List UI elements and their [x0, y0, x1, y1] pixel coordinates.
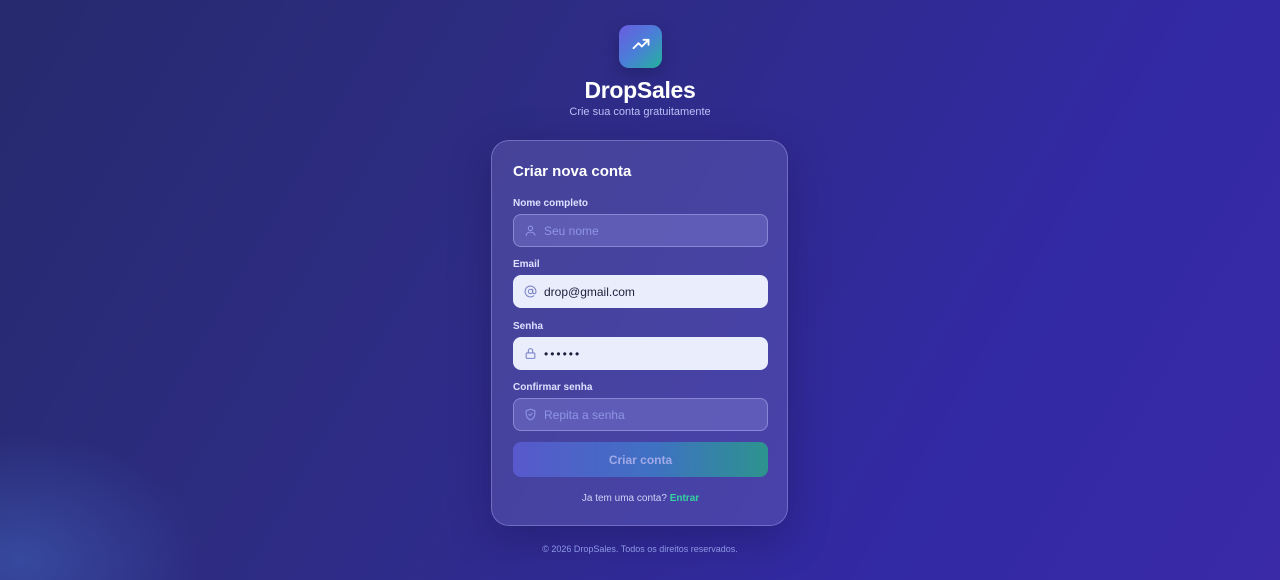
at-sign-icon: [523, 285, 537, 299]
name-field[interactable]: [513, 214, 768, 247]
confirm-password-field[interactable]: [513, 398, 768, 431]
email-label: Email: [513, 259, 540, 270]
form-title: Criar nova conta: [513, 163, 632, 180]
brand-logo: [619, 25, 662, 68]
confirm-password-label: Confirmar senha: [513, 382, 593, 393]
confirm-password-input[interactable]: [544, 407, 759, 422]
user-icon: [523, 224, 537, 238]
name-input[interactable]: [544, 223, 759, 238]
brand-name: DropSales: [584, 77, 696, 103]
footer-copyright: © 2026 DropSales. Todos os direitos rese…: [542, 544, 738, 554]
login-prompt-text: Ja tem uma conta?: [581, 493, 667, 504]
email-input[interactable]: [544, 284, 759, 299]
shield-icon: [523, 408, 537, 422]
password-label: Senha: [513, 321, 544, 332]
signup-card: Criar nova conta Nome completo Email Sen…: [491, 140, 788, 526]
create-account-button[interactable]: Criar conta: [513, 442, 768, 477]
brand-tagline: Crie sua conta gratuitamente: [569, 106, 711, 118]
lock-icon: [523, 347, 537, 361]
login-link[interactable]: Entrar: [670, 493, 699, 504]
password-field[interactable]: [513, 337, 768, 370]
login-prompt-row: Ja tem uma conta? Entrar: [492, 493, 789, 504]
trending-up-icon: [631, 34, 651, 59]
password-input[interactable]: [544, 346, 759, 361]
email-field[interactable]: [513, 275, 768, 308]
name-label: Nome completo: [513, 198, 589, 209]
